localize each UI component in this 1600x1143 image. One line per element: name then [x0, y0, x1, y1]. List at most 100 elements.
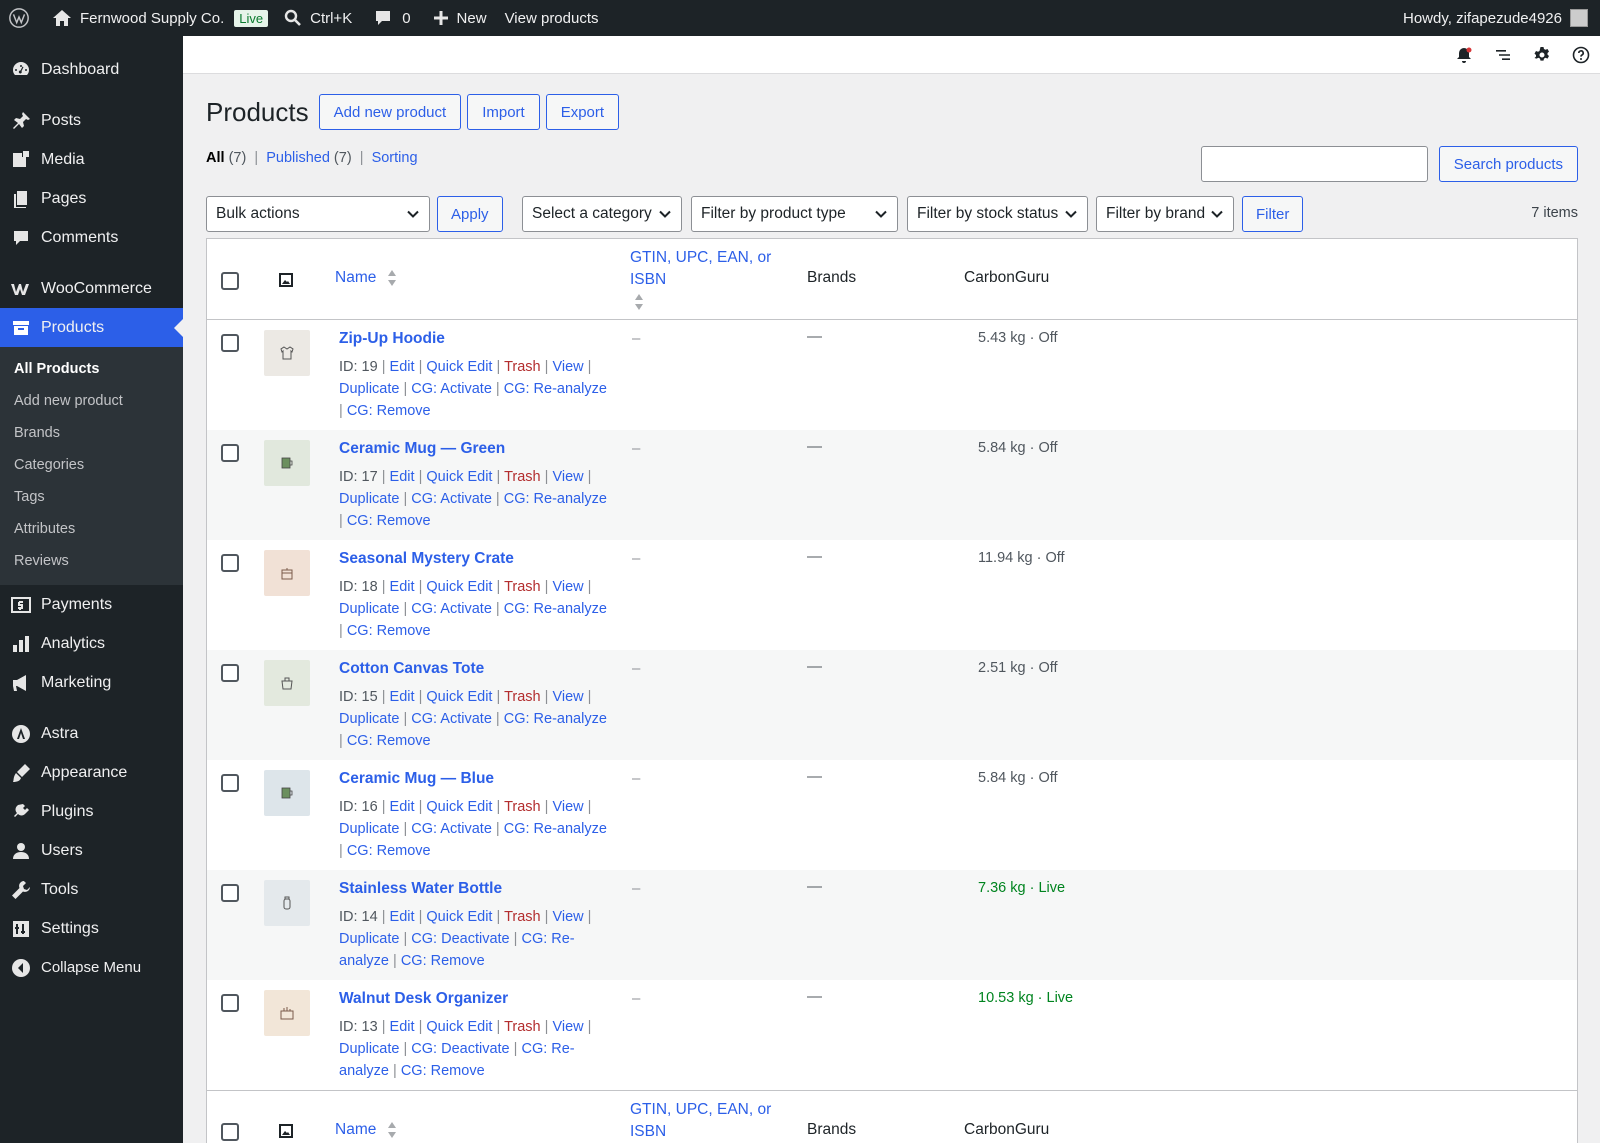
cg-remove-link[interactable]: CG: Remove: [347, 623, 431, 639]
category-select[interactable]: Select a category: [522, 196, 682, 232]
row-checkbox[interactable]: [221, 334, 239, 352]
duplicate-link[interactable]: Duplicate: [339, 711, 399, 727]
cg-reanalyze-link[interactable]: CG: Re-: [521, 1041, 574, 1057]
submenu-all-products[interactable]: All Products: [0, 353, 183, 385]
product-name-link[interactable]: Cotton Canvas Tote: [339, 660, 484, 678]
carbonguru-status[interactable]: 7.36 kg · Live: [978, 880, 1065, 896]
edit-link[interactable]: Edit: [390, 579, 415, 595]
cg-reanalyze-link[interactable]: analyze: [339, 1063, 389, 1079]
sidebar-item-appearance[interactable]: Appearance: [0, 753, 183, 792]
import-button[interactable]: Import: [467, 94, 540, 130]
cg-reanalyze-link[interactable]: CG: Re-analyze: [504, 491, 607, 507]
submenu-categories[interactable]: Categories: [0, 449, 183, 481]
submenu-brands[interactable]: Brands: [0, 417, 183, 449]
search-products-button[interactable]: Search products: [1438, 146, 1578, 182]
command-search-button[interactable]: Ctrl+K: [276, 0, 360, 36]
sidebar-item-dashboard[interactable]: Dashboard: [0, 50, 183, 89]
carbonguru-status[interactable]: 2.51 kg · Off: [978, 660, 1058, 676]
carbonguru-status[interactable]: 10.53 kg · Live: [978, 990, 1073, 1006]
view-link[interactable]: View: [552, 909, 583, 925]
view-link[interactable]: View: [552, 579, 583, 595]
name-column-sort[interactable]: Name: [335, 269, 397, 287]
cg-activate-link[interactable]: CG: Activate: [411, 601, 492, 617]
edit-link[interactable]: Edit: [390, 359, 415, 375]
name-column-sort-footer[interactable]: Name: [335, 1121, 397, 1139]
edit-link[interactable]: Edit: [390, 1019, 415, 1035]
view-link[interactable]: View: [552, 469, 583, 485]
cg-deactivate-link[interactable]: CG: Deactivate: [411, 931, 509, 947]
quick-edit-link[interactable]: Quick Edit: [426, 689, 492, 705]
trash-link[interactable]: Trash: [504, 1019, 541, 1035]
product-thumbnail[interactable]: [264, 990, 310, 1036]
quick-edit-link[interactable]: Quick Edit: [426, 359, 492, 375]
select-all-checkbox-footer[interactable]: [221, 1123, 239, 1141]
product-thumbnail[interactable]: [264, 880, 310, 926]
product-name-link[interactable]: Zip-Up Hoodie: [339, 330, 445, 348]
submenu-tags[interactable]: Tags: [0, 481, 183, 513]
cg-activate-link[interactable]: CG: Activate: [411, 491, 492, 507]
cg-remove-link[interactable]: CG: Remove: [401, 953, 485, 969]
select-all-checkbox[interactable]: [221, 272, 239, 290]
row-checkbox[interactable]: [221, 774, 239, 792]
cg-remove-link[interactable]: CG: Remove: [401, 1063, 485, 1079]
cg-activate-link[interactable]: CG: Activate: [411, 821, 492, 837]
cg-deactivate-link[interactable]: CG: Deactivate: [411, 1041, 509, 1057]
duplicate-link[interactable]: Duplicate: [339, 491, 399, 507]
edit-link[interactable]: Edit: [390, 799, 415, 815]
cg-remove-link[interactable]: CG: Remove: [347, 733, 431, 749]
cg-activate-link[interactable]: CG: Activate: [411, 381, 492, 397]
collapse-menu-button[interactable]: Collapse Menu: [0, 948, 183, 987]
quick-edit-link[interactable]: Quick Edit: [426, 799, 492, 815]
sidebar-item-analytics[interactable]: Analytics: [0, 624, 183, 663]
trash-link[interactable]: Trash: [504, 359, 541, 375]
my-account-menu[interactable]: Howdy, zifapezude4926: [1403, 9, 1600, 27]
sidebar-item-users[interactable]: Users: [0, 831, 183, 870]
site-name-link[interactable]: Fernwood Supply Co. Live: [38, 0, 276, 36]
cg-activate-link[interactable]: CG: Activate: [411, 711, 492, 727]
submenu-add-new-product[interactable]: Add new product: [0, 385, 183, 417]
duplicate-link[interactable]: Duplicate: [339, 381, 399, 397]
sidebar-item-products[interactable]: Products: [0, 308, 183, 347]
cg-remove-link[interactable]: CG: Remove: [347, 403, 431, 419]
row-checkbox[interactable]: [221, 554, 239, 572]
product-thumbnail[interactable]: [264, 660, 310, 706]
trash-link[interactable]: Trash: [504, 799, 541, 815]
view-link[interactable]: View: [552, 799, 583, 815]
view-link[interactable]: View: [552, 689, 583, 705]
export-button[interactable]: Export: [545, 94, 620, 130]
edit-link[interactable]: Edit: [390, 689, 415, 705]
cg-remove-link[interactable]: CG: Remove: [347, 513, 431, 529]
comments-link[interactable]: 0: [360, 0, 418, 36]
product-thumbnail[interactable]: [264, 440, 310, 486]
edit-link[interactable]: Edit: [390, 909, 415, 925]
carbonguru-status[interactable]: 11.94 kg · Off: [978, 550, 1065, 566]
duplicate-link[interactable]: Duplicate: [339, 821, 399, 837]
row-checkbox[interactable]: [221, 994, 239, 1012]
product-thumbnail[interactable]: [264, 330, 310, 376]
cg-reanalyze-link[interactable]: analyze: [339, 953, 389, 969]
help-question-icon[interactable]: [1572, 46, 1590, 64]
sidebar-item-astra[interactable]: Astra: [0, 714, 183, 753]
product-name-link[interactable]: Stainless Water Bottle: [339, 880, 502, 898]
duplicate-link[interactable]: Duplicate: [339, 1041, 399, 1057]
filter-button[interactable]: Filter: [1242, 196, 1304, 232]
search-products-input[interactable]: [1200, 146, 1428, 182]
gtin-column-sort-footer[interactable]: GTIN, UPC, EAN, or ISBN: [630, 1099, 771, 1143]
product-name-link[interactable]: Ceramic Mug — Blue: [339, 770, 494, 788]
trash-link[interactable]: Trash: [504, 689, 541, 705]
view-all-link[interactable]: All: [206, 150, 225, 166]
activity-list-icon[interactable]: [1494, 46, 1512, 64]
sidebar-item-woocommerce[interactable]: WooCommerce: [0, 269, 183, 308]
submenu-reviews[interactable]: Reviews: [0, 545, 183, 577]
apply-button[interactable]: Apply: [437, 196, 503, 232]
view-products-link[interactable]: View products: [495, 0, 607, 36]
row-checkbox[interactable]: [221, 884, 239, 902]
cg-reanalyze-link[interactable]: CG: Re-analyze: [504, 601, 607, 617]
view-link[interactable]: View: [552, 359, 583, 375]
trash-link[interactable]: Trash: [504, 909, 541, 925]
row-checkbox[interactable]: [221, 664, 239, 682]
view-link[interactable]: View: [552, 1019, 583, 1035]
sidebar-item-marketing[interactable]: Marketing: [0, 663, 183, 702]
submenu-attributes[interactable]: Attributes: [0, 513, 183, 545]
wordpress-logo-icon[interactable]: [0, 0, 38, 36]
